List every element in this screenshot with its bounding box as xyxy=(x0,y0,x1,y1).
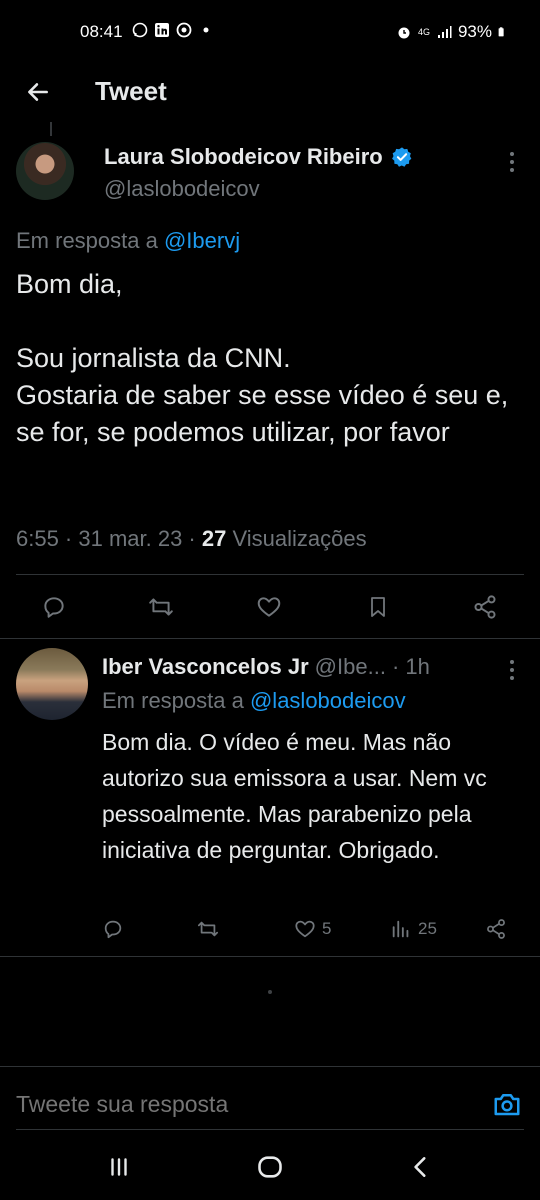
recent-apps-button[interactable] xyxy=(104,1152,134,1182)
author-handle[interactable]: @Ibe... xyxy=(315,654,386,680)
reply-prefix: Em resposta a xyxy=(16,228,158,253)
views-label: Visualizações xyxy=(232,526,367,551)
like-count: 5 xyxy=(322,919,332,938)
reply-context: Em resposta a @Ibervj xyxy=(16,228,240,254)
chrome-icon xyxy=(176,22,192,38)
bookmark-icon xyxy=(371,597,385,617)
battery-icon xyxy=(498,27,504,37)
views-count: 25 xyxy=(418,919,437,938)
camera-icon[interactable] xyxy=(492,1089,522,1119)
home-button[interactable] xyxy=(255,1152,285,1182)
chevron-left-icon xyxy=(414,1157,426,1177)
views-button[interactable]: 25 xyxy=(390,918,437,940)
verified-badge-icon xyxy=(391,147,412,167)
whatsapp-icon xyxy=(132,22,148,38)
tweet-text: Bom dia. O vídeo é meu. Mas não autorizo… xyxy=(102,729,487,863)
system-nav-bar xyxy=(0,1134,540,1200)
divider xyxy=(0,638,540,639)
recent-apps-icon xyxy=(111,1158,127,1176)
reply-icon xyxy=(104,920,122,939)
like-icon xyxy=(295,920,315,938)
reply-mention-link[interactable]: @laslobodeicov xyxy=(250,688,406,713)
reply-mention-link[interactable]: @Ibervj xyxy=(164,228,240,253)
status-bar: 08:41 4G 93% xyxy=(0,0,540,64)
battery-percent: 93% xyxy=(457,22,492,41)
linkedin-icon xyxy=(155,23,169,37)
retweet-icon xyxy=(149,598,173,616)
reply-button[interactable] xyxy=(41,594,67,620)
system-back-button[interactable] xyxy=(406,1152,436,1182)
page-title: Tweet xyxy=(95,76,167,106)
back-button[interactable] xyxy=(20,74,56,110)
dot-icon xyxy=(203,27,209,33)
retweet-icon xyxy=(197,921,219,937)
status-time: 08:41 xyxy=(80,22,123,41)
reply-input[interactable] xyxy=(16,1091,456,1118)
home-icon xyxy=(258,1156,282,1178)
reply-icon xyxy=(44,597,64,618)
author-handle[interactable]: @laslobodeicov xyxy=(104,176,260,202)
like-button[interactable] xyxy=(256,594,282,620)
reply-composer xyxy=(0,1066,540,1134)
like-icon xyxy=(257,597,281,617)
divider xyxy=(16,574,524,575)
network-label: 4G xyxy=(417,26,430,37)
share-button[interactable] xyxy=(472,594,498,620)
share-icon xyxy=(474,595,496,619)
tweet-timestamp[interactable]: 6:55 · 31 mar. 23 · xyxy=(16,526,196,551)
more-options-button[interactable] xyxy=(504,658,520,682)
arrow-left-icon xyxy=(28,83,48,101)
author-name[interactable]: Laura Slobodeicov Ribeiro xyxy=(104,144,383,170)
share-button[interactable] xyxy=(485,918,507,940)
alarm-icon xyxy=(398,27,410,39)
top-header: Tweet xyxy=(0,64,540,120)
signal-icon xyxy=(437,26,452,38)
tweet-timestamp[interactable]: · 1h xyxy=(392,654,430,680)
tweet-text: Bom dia, Sou jornalista da CNN. Gostaria… xyxy=(16,269,509,447)
bookmark-button[interactable] xyxy=(366,594,390,620)
avatar[interactable] xyxy=(16,648,88,720)
more-options-button[interactable] xyxy=(504,150,520,174)
reply-prefix: Em resposta a xyxy=(102,688,244,713)
views-count: 27 xyxy=(201,526,227,551)
analytics-icon xyxy=(392,920,409,938)
reply-context: Em resposta a @laslobodeicov xyxy=(102,688,406,714)
share-icon xyxy=(487,919,505,939)
divider xyxy=(16,1129,524,1130)
like-button[interactable]: 5 xyxy=(294,918,331,940)
retweet-button[interactable] xyxy=(147,594,175,620)
reply-button[interactable] xyxy=(102,918,124,940)
author-name[interactable]: Iber Vasconcelos Jr xyxy=(102,654,309,680)
avatar[interactable] xyxy=(16,142,74,200)
retweet-button[interactable] xyxy=(196,918,220,940)
loading-indicator xyxy=(268,990,272,994)
divider xyxy=(0,956,540,957)
thread-connector xyxy=(50,122,52,136)
tweet-meta: 6:55 · 31 mar. 23 · 27 Visualizações xyxy=(16,526,367,552)
